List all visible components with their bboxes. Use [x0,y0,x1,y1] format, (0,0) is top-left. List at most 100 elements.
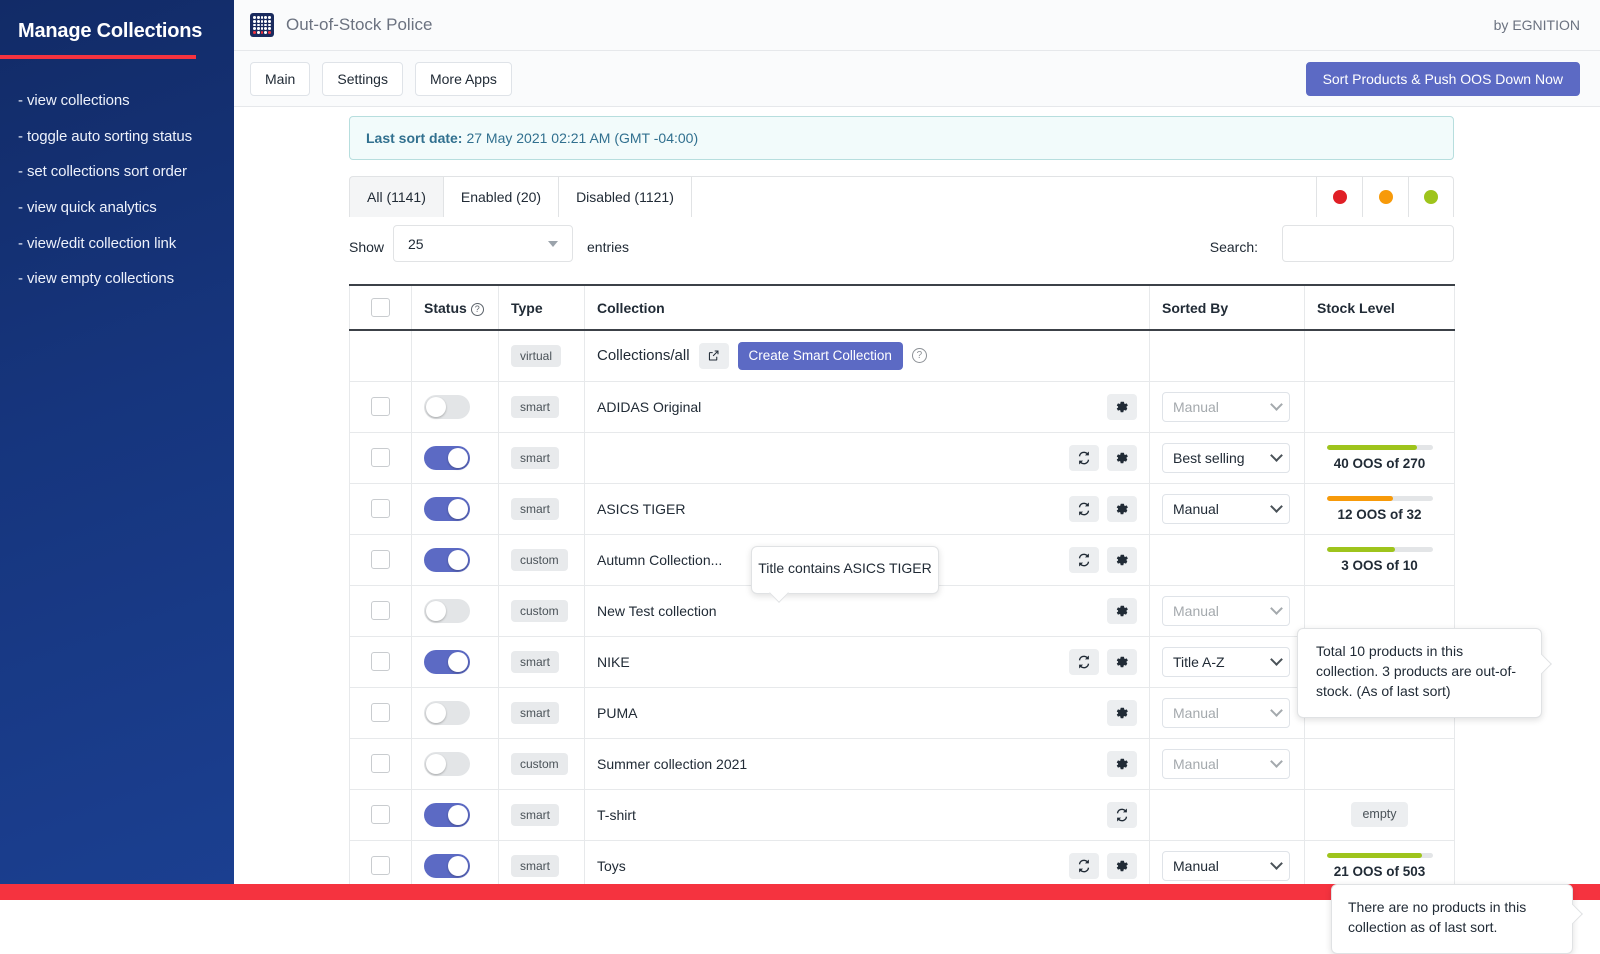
sorted-by-select[interactable]: Manual [1162,392,1290,422]
page-title: Out-of-Stock Police [286,15,432,35]
gear-icon[interactable] [1107,496,1137,522]
sorted-by-select[interactable]: Manual [1162,494,1290,524]
row-checkbox-cell [350,738,412,789]
gear-icon[interactable] [1107,700,1137,726]
tab-disabled[interactable]: Disabled (1121) [558,176,691,217]
collections-table-body: virtualCollections/allCreate Smart Colle… [350,330,1455,891]
refresh-icon[interactable] [1107,802,1137,828]
row-checkbox-cell [350,483,412,534]
sorted-by-select[interactable]: Manual [1162,851,1290,881]
refresh-icon[interactable] [1069,547,1099,573]
status-toggle[interactable] [424,497,470,521]
gear-icon[interactable] [1107,853,1137,879]
status-toggle[interactable] [424,548,470,572]
sidebar-list: - view collections - toggle auto sorting… [0,83,234,297]
sidebar-item-set-sort-order[interactable]: - set collections sort order [18,154,234,190]
search-input[interactable] [1282,225,1454,262]
row-checkbox[interactable] [371,601,390,620]
tab-settings[interactable]: Settings [322,62,403,96]
row-stock-cell: 40 OOS of 270 [1305,432,1455,483]
legend-red-cell[interactable] [1316,176,1362,217]
sorted-by-value: Manual [1173,501,1219,517]
sorted-by-select[interactable]: Title A-Z [1162,647,1290,677]
gear-icon[interactable] [1107,445,1137,471]
smart-rule-tooltip: Title contains ASICS TIGER [751,546,939,594]
row-type-cell: smart [499,789,585,840]
sorted-by-select[interactable]: Manual [1162,596,1290,626]
status-toggle[interactable] [424,854,470,878]
entries-select[interactable]: 25 [393,225,573,262]
row-checkbox[interactable] [371,550,390,569]
stock-level-header: Stock Level [1305,285,1455,330]
refresh-icon[interactable] [1069,853,1099,879]
sorted-by-select[interactable]: Manual [1162,698,1290,728]
row-checkbox[interactable] [371,448,390,467]
legend-orange-cell[interactable] [1362,176,1408,217]
row-checkbox[interactable] [371,805,390,824]
orange-status-dot [1379,190,1393,204]
status-toggle[interactable] [424,446,470,470]
tab-main[interactable]: Main [250,62,310,96]
sidebar-item-empty-collections[interactable]: - view empty collections [18,261,234,297]
gear-icon[interactable] [1107,751,1137,777]
row-checkbox-cell [350,585,412,636]
create-smart-collection-button[interactable]: Create Smart Collection [738,342,903,370]
row-checkbox[interactable] [371,652,390,671]
status-toggle[interactable] [424,650,470,674]
filter-tabs: All (1141) Enabled (20) Disabled (1121) [349,176,1454,217]
type-badge: smart [511,702,559,724]
type-badge: smart [511,447,559,469]
legend-green-cell[interactable] [1408,176,1454,217]
sorted-by-value: Manual [1173,603,1219,619]
row-checkbox-cell [350,636,412,687]
external-link-icon[interactable] [699,343,729,369]
stock-bar [1327,496,1433,501]
sidebar-item-quick-analytics[interactable]: - view quick analytics [18,190,234,226]
row-checkbox[interactable] [371,397,390,416]
tab-enabled[interactable]: Enabled (20) [443,176,558,217]
tab-all[interactable]: All (1141) [349,176,443,217]
row-checkbox[interactable] [371,856,390,875]
question-mark-icon[interactable]: ? [912,348,927,363]
refresh-icon[interactable] [1069,445,1099,471]
tab-more-apps[interactable]: More Apps [415,62,512,96]
status-toggle[interactable] [424,395,470,419]
row-sorted-by-cell: Manual [1150,381,1305,432]
row-checkbox[interactable] [371,754,390,773]
sidebar-item-collection-link[interactable]: - view/edit collection link [18,225,234,261]
last-sort-value: 27 May 2021 02:21 AM (GMT -04:00) [466,130,698,146]
status-toggle[interactable] [424,803,470,827]
type-badge: custom [511,549,568,571]
sorted-by-select[interactable]: Best selling [1162,443,1290,473]
stock-info-tooltip: Total 10 products in this collection. 3 … [1297,628,1542,718]
chevron-down-icon [1270,755,1283,768]
question-mark-icon[interactable]: ? [471,303,484,316]
sorted-by-value: Manual [1173,705,1219,721]
refresh-icon[interactable] [1069,496,1099,522]
collection-name: New Test collection [597,603,717,619]
sort-products-button[interactable]: Sort Products & Push OOS Down Now [1306,62,1580,96]
stock-label: 21 OOS of 503 [1317,864,1442,879]
select-all-checkbox[interactable] [371,298,390,317]
status-toggle[interactable] [424,599,470,623]
row-sorted-by-cell: Best selling [1150,432,1305,483]
sidebar-item-view-collections[interactable]: - view collections [18,83,234,119]
type-header: Type [499,285,585,330]
gear-icon[interactable] [1107,394,1137,420]
refresh-icon[interactable] [1069,649,1099,675]
row-checkbox[interactable] [371,499,390,518]
sorted-by-select[interactable]: Manual [1162,749,1290,779]
gear-icon[interactable] [1107,649,1137,675]
sidebar-item-toggle-auto-sorting[interactable]: - toggle auto sorting status [18,119,234,155]
sorted-by-value: Best selling [1173,450,1245,466]
smart-rule-tooltip-text: Title contains ASICS TIGER [758,560,932,576]
status-toggle[interactable] [424,701,470,725]
row-checkbox[interactable] [371,703,390,722]
tooltip-arrow [1563,904,1583,924]
chevron-down-icon [1270,500,1283,513]
row-type-cell: smart [499,636,585,687]
gear-icon[interactable] [1107,547,1137,573]
row-stock-cell: 12 OOS of 32 [1305,483,1455,534]
status-toggle[interactable] [424,752,470,776]
gear-icon[interactable] [1107,598,1137,624]
